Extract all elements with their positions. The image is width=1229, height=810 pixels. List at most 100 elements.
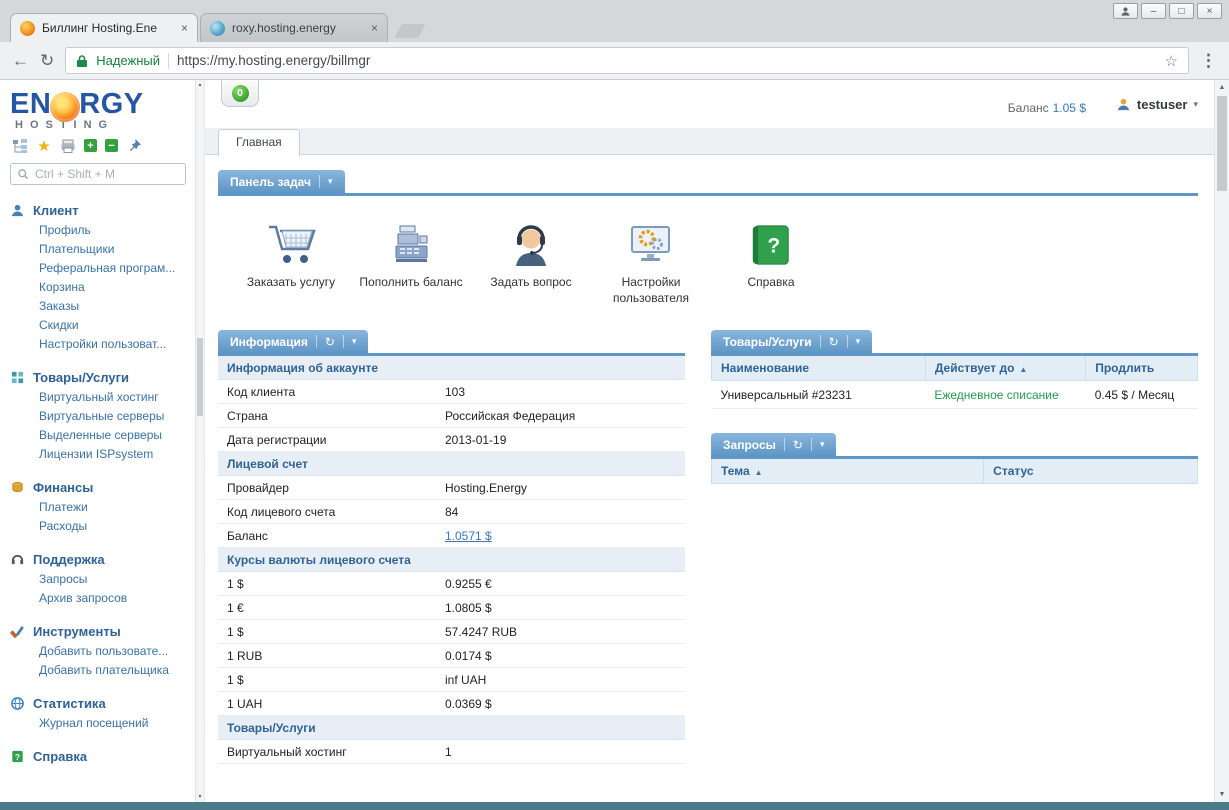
scroll-up-icon[interactable]: ▲ <box>1215 80 1229 95</box>
user-menu[interactable]: testuser ▾ <box>1116 97 1198 112</box>
divider <box>315 335 317 349</box>
info-value: 0.0174 $ <box>436 643 685 669</box>
shortcut-order-service[interactable]: Заказать услугу <box>238 216 344 306</box>
shortcuts-row: Заказать услугу Пополнить баланс Задать … <box>218 196 1198 330</box>
close-button[interactable]: × <box>1197 3 1222 19</box>
shortcut-top-up[interactable]: Пополнить баланс <box>358 216 464 306</box>
shortcut-user-settings[interactable]: Настройки пользователя <box>598 216 704 306</box>
sidebar-item[interactable]: Расходы <box>10 516 191 535</box>
sidebar-scrollbar[interactable]: ▲ ▼ <box>196 80 205 802</box>
sidebar-section-client[interactable]: Клиент <box>10 201 191 220</box>
tree-view-icon[interactable] <box>12 138 28 154</box>
sidebar-section-stats[interactable]: Статистика <box>10 694 191 713</box>
tab-close-icon[interactable]: × <box>371 21 378 35</box>
expand-all-icon[interactable]: + <box>84 139 97 152</box>
scroll-down-icon[interactable]: ▼ <box>1215 787 1229 802</box>
column-header[interactable]: Наименование <box>711 356 926 382</box>
sidebar-item[interactable]: Виртуальный хостинг <box>10 387 191 406</box>
collapse-all-icon[interactable]: − <box>105 139 118 152</box>
dropdown-icon[interactable]: ▾ <box>820 439 825 450</box>
tab-close-icon[interactable]: × <box>181 21 188 35</box>
sidebar-item[interactable]: Скидки <box>10 315 191 334</box>
bookmark-star-icon[interactable]: ☆ <box>1165 52 1178 70</box>
taskbar-panel-tab[interactable]: Панель задач ▾ <box>218 170 345 193</box>
sidebar-item[interactable]: Архив запросов <box>10 588 191 607</box>
sidebar-item[interactable]: Добавить пользовате... <box>10 641 191 660</box>
back-icon[interactable]: ← <box>12 52 29 69</box>
refresh-icon[interactable]: ↻ <box>829 335 839 349</box>
info-value: Российская Федерация <box>436 403 685 429</box>
dropdown-icon[interactable]: ▾ <box>352 336 357 347</box>
chevron-down-icon: ▾ <box>1193 99 1198 109</box>
vertical-scrollbar[interactable]: ▲ ▼ <box>1214 80 1229 802</box>
info-value: 0.9255 € <box>436 571 685 597</box>
sidebar-item[interactable]: Журнал посещений <box>10 713 191 732</box>
sidebar-item[interactable]: Платежи <box>10 497 191 516</box>
search-input[interactable] <box>35 167 179 181</box>
sidebar-item[interactable]: Выделенные серверы <box>10 425 191 444</box>
sidebar-item[interactable]: Добавить плательщика <box>10 660 191 679</box>
sidebar-item[interactable]: Виртуальные серверы <box>10 406 191 425</box>
tab-title: roxy.hosting.energy <box>232 21 336 35</box>
cash-register-icon <box>358 216 464 268</box>
refresh-icon[interactable]: ↻ <box>793 438 803 452</box>
info-label: Страна <box>218 403 436 429</box>
maximize-button[interactable]: □ <box>1169 3 1194 19</box>
browser-tab-roxy[interactable]: roxy.hosting.energy × <box>200 13 388 42</box>
balance-link[interactable]: 1.0571 $ <box>445 529 492 543</box>
sidebar-scrollbar-thumb[interactable] <box>197 338 203 416</box>
sidebar-item[interactable]: Запросы <box>10 569 191 588</box>
notifications-indicator[interactable]: 0 <box>221 80 259 107</box>
product-row[interactable]: Универсальный #23231 Ежедневное списание… <box>711 380 1198 410</box>
printer-icon[interactable] <box>60 138 76 154</box>
browser-tab-billing[interactable]: Биллинг Hosting.Ene × <box>10 13 198 42</box>
svg-text:?: ? <box>15 752 20 762</box>
scrollbar-thumb[interactable] <box>1217 96 1227 191</box>
sidebar-item[interactable]: Профиль <box>10 220 191 239</box>
minimize-button[interactable]: – <box>1141 3 1166 19</box>
dropdown-icon[interactable]: ▾ <box>856 336 861 347</box>
logo-text: EN <box>10 88 52 120</box>
sidebar-section-support[interactable]: Поддержка <box>10 550 191 569</box>
client-icon <box>11 204 24 217</box>
column-header-sorted[interactable]: Действует до ▲ <box>924 356 1087 382</box>
pin-icon[interactable] <box>126 138 142 154</box>
balance-value[interactable]: 1.05 $ <box>1053 101 1086 115</box>
shortcut-help[interactable]: ? Справка <box>718 216 824 306</box>
logo[interactable]: EN RGY HOSTING <box>10 88 191 131</box>
url-field[interactable]: Надежный https://my.hosting.energy/billm… <box>65 47 1189 74</box>
sidebar-item[interactable]: Заказы <box>10 296 191 315</box>
refresh-icon[interactable]: ↻ <box>325 335 335 349</box>
sidebar-search[interactable] <box>10 163 186 185</box>
products-table: Наименование Действует до ▲ Продлить Унив… <box>711 356 1198 410</box>
tab-home[interactable]: Главная <box>218 129 300 157</box>
scroll-down-icon[interactable]: ▼ <box>196 792 204 802</box>
column-header[interactable]: Статус <box>983 459 1198 485</box>
sidebar-item[interactable]: Плательщики <box>10 239 191 258</box>
sidebar-section-products[interactable]: Товары/Услуги <box>10 368 191 387</box>
profile-button[interactable] <box>1113 3 1138 19</box>
sidebar-item[interactable]: Настройки пользоват... <box>10 334 191 353</box>
browser-menu-icon[interactable]: ⋮ <box>1200 51 1217 71</box>
new-tab-button[interactable] <box>394 24 426 38</box>
products-panel-tab[interactable]: Товары/Услуги ↻ ▾ <box>711 330 873 354</box>
column-header[interactable]: Продлить <box>1085 356 1198 382</box>
info-group-header: Лицевой счет <box>218 451 685 477</box>
sidebar-section-finance[interactable]: Финансы <box>10 478 191 497</box>
sidebar-item[interactable]: Лицензии ISPsystem <box>10 444 191 463</box>
column-header-sorted[interactable]: Тема ▲ <box>710 459 985 485</box>
requests-panel-tab[interactable]: Запросы ↻ ▾ <box>711 433 837 457</box>
scroll-up-icon[interactable]: ▲ <box>196 80 204 90</box>
sidebar-item[interactable]: Корзина <box>10 277 191 296</box>
sidebar-section-help[interactable]: ? Справка <box>10 747 191 766</box>
sidebar-section-tools[interactable]: Инструменты <box>10 622 191 641</box>
reload-icon[interactable]: ↻ <box>40 52 54 69</box>
dropdown-icon[interactable]: ▾ <box>328 176 333 187</box>
favorites-star-icon[interactable]: ★ <box>36 138 52 155</box>
info-value: 2013-01-19 <box>436 427 685 453</box>
shortcut-ask-question[interactable]: Задать вопрос <box>478 216 584 306</box>
divider <box>319 175 320 188</box>
page-url[interactable]: https://my.hosting.energy/billmgr <box>177 53 1157 68</box>
info-panel-tab[interactable]: Информация ↻ ▾ <box>218 330 369 354</box>
sidebar-item[interactable]: Реферальная програм... <box>10 258 191 277</box>
